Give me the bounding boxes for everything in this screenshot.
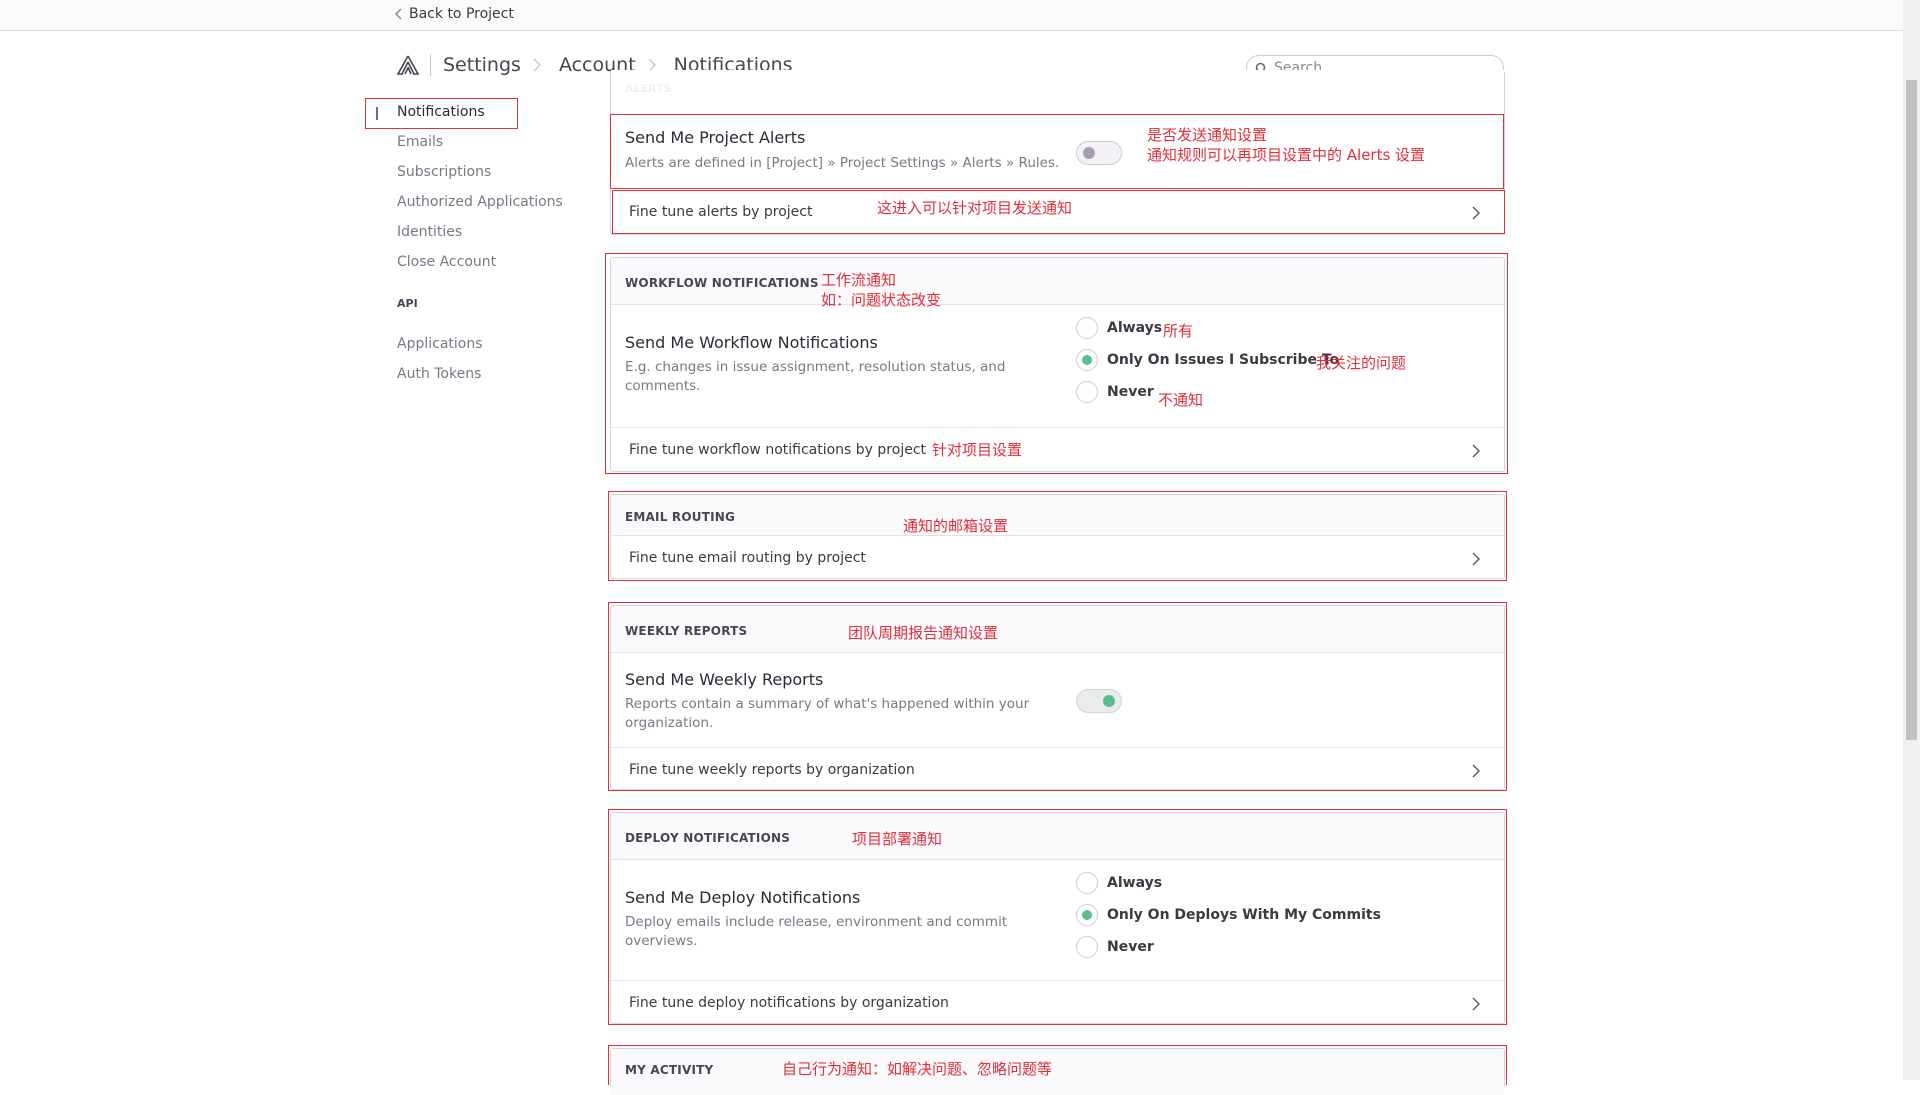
radio-label: Only On Issues I Subscribe To bbox=[1107, 352, 1340, 368]
toggle-knob bbox=[1103, 695, 1115, 707]
email-routing-fine-tune-link[interactable]: Fine tune email routing by project bbox=[611, 536, 1504, 580]
my-activity-header: MY ACTIVITY bbox=[611, 1049, 1504, 1095]
radio-label: Only On Deploys With My Commits bbox=[1107, 907, 1381, 923]
weekly-reports-fine-tune-label: Fine tune weekly reports by organization bbox=[629, 762, 915, 778]
annotation-note: 通知的邮箱设置 bbox=[903, 517, 1009, 535]
chevron-left-icon bbox=[395, 8, 402, 20]
sidebar-item-authorized-applications[interactable]: Authorized Applications bbox=[397, 194, 563, 210]
chevron-right-icon bbox=[1472, 997, 1480, 1011]
weekly-reports-header: WEEKLY REPORTS bbox=[611, 606, 1504, 653]
deploy-option-always[interactable]: Always bbox=[1076, 872, 1162, 894]
radio-button[interactable] bbox=[1076, 317, 1098, 339]
scroll-fade bbox=[611, 70, 1504, 92]
annotation-note: 团队周期报告通知设置 bbox=[848, 624, 999, 642]
annotation-note: 自己行为通知：如解决问题、忽略问题等 bbox=[782, 1060, 1053, 1078]
email-routing-panel: EMAIL ROUTING Fine tune email routing by… bbox=[610, 494, 1505, 579]
chevron-right-icon bbox=[1472, 764, 1480, 778]
chevron-right-icon bbox=[1472, 444, 1480, 458]
radio-label: Always bbox=[1107, 875, 1163, 891]
workflow-title: Send Me Workflow Notifications bbox=[625, 333, 878, 352]
annotation-note: 不通知 bbox=[1158, 391, 1204, 409]
deploy-title: Send Me Deploy Notifications bbox=[625, 888, 861, 907]
email-routing-heading: EMAIL ROUTING bbox=[625, 510, 736, 524]
annotation-note: 我关注的问题 bbox=[1316, 354, 1407, 372]
radio-button[interactable] bbox=[1076, 381, 1098, 403]
my-activity-panel: MY ACTIVITY bbox=[610, 1048, 1505, 1095]
deploy-description: Deploy emails include release, environme… bbox=[625, 914, 1008, 949]
my-activity-heading: MY ACTIVITY bbox=[625, 1063, 714, 1077]
annotation-note: 是否发送通知设置 bbox=[1147, 126, 1268, 144]
radio-button-checked[interactable] bbox=[1076, 349, 1098, 371]
sidebar-item-applications[interactable]: Applications bbox=[397, 336, 483, 352]
weekly-reports-fine-tune-link[interactable]: Fine tune weekly reports by organization bbox=[611, 748, 1504, 792]
annotation-note: 工作流通知 bbox=[821, 271, 897, 289]
sidebar-item-close-account[interactable]: Close Account bbox=[397, 254, 496, 270]
annotation-note: 项目部署通知 bbox=[852, 830, 943, 848]
toggle-knob bbox=[1083, 147, 1095, 159]
annotation-note: 如：问题状态改变 bbox=[821, 291, 942, 309]
workflow-option-never[interactable]: Never bbox=[1076, 381, 1154, 403]
weekly-reports-description: Reports contain a summary of what's happ… bbox=[625, 696, 1030, 731]
weekly-reports-row: Send Me Weekly Reports Reports contain a… bbox=[611, 653, 1504, 748]
workflow-fine-tune-label: Fine tune workflow notifications by proj… bbox=[629, 442, 927, 458]
radio-button[interactable] bbox=[1076, 872, 1098, 894]
annotation-note: 这进入可以针对项目发送通知 bbox=[877, 199, 1073, 217]
radio-label: Always bbox=[1107, 320, 1163, 336]
deploy-option-my-commits[interactable]: Only On Deploys With My Commits bbox=[1076, 904, 1381, 926]
breadcrumb-settings[interactable]: Settings bbox=[443, 54, 521, 76]
top-bar: Back to Project bbox=[0, 0, 1903, 31]
deploy-fine-tune-label: Fine tune deploy notifications by organi… bbox=[629, 995, 949, 1011]
workflow-description: E.g. changes in issue assignment, resolu… bbox=[625, 359, 1006, 394]
weekly-reports-toggle[interactable] bbox=[1076, 689, 1122, 713]
sidebar-heading-api: API bbox=[397, 297, 418, 310]
deploy-panel-header: DEPLOY NOTIFICATIONS bbox=[611, 813, 1504, 860]
deploy-row: Send Me Deploy Notifications Deploy emai… bbox=[611, 860, 1504, 981]
deploy-panel: DEPLOY NOTIFICATIONS Send Me Deploy Noti… bbox=[610, 812, 1505, 1024]
radio-button[interactable] bbox=[1076, 936, 1098, 958]
workflow-option-always[interactable]: Always bbox=[1076, 317, 1162, 339]
email-routing-header: EMAIL ROUTING bbox=[611, 495, 1504, 536]
back-to-project-link[interactable]: Back to Project bbox=[395, 6, 514, 22]
alerts-fine-tune-label: Fine tune alerts by project bbox=[629, 204, 813, 220]
radio-button-checked[interactable] bbox=[1076, 904, 1098, 926]
logo-divider bbox=[430, 54, 431, 76]
sidebar-item-auth-tokens[interactable]: Auth Tokens bbox=[397, 366, 481, 382]
workflow-panel-header: WORKFLOW NOTIFICATIONS bbox=[611, 258, 1504, 305]
workflow-option-subscribed[interactable]: Only On Issues I Subscribe To bbox=[1076, 349, 1339, 371]
deploy-option-never[interactable]: Never bbox=[1076, 936, 1154, 958]
workflow-fine-tune-link[interactable]: Fine tune workflow notifications by proj… bbox=[611, 428, 1504, 472]
weekly-reports-panel: WEEKLY REPORTS Send Me Weekly Reports Re… bbox=[610, 605, 1505, 790]
active-indicator bbox=[376, 107, 378, 120]
alerts-toggle[interactable] bbox=[1076, 141, 1122, 165]
chevron-right-icon bbox=[1472, 206, 1480, 220]
weekly-reports-title: Send Me Weekly Reports bbox=[625, 670, 824, 689]
radio-label: Never bbox=[1107, 384, 1154, 400]
deploy-fine-tune-link[interactable]: Fine tune deploy notifications by organi… bbox=[611, 981, 1504, 1025]
annotation-note: 通知规则可以再项目设置中的 Alerts 设置 bbox=[1147, 146, 1426, 164]
workflow-heading: WORKFLOW NOTIFICATIONS bbox=[625, 276, 819, 290]
scrollbar-thumb[interactable] bbox=[1906, 80, 1917, 740]
alerts-title: Send Me Project Alerts bbox=[625, 128, 806, 147]
deploy-heading: DEPLOY NOTIFICATIONS bbox=[625, 831, 791, 845]
sidebar-item-notifications[interactable]: Notifications bbox=[397, 104, 485, 120]
alerts-description: Alerts are defined in [Project] » Projec… bbox=[625, 155, 1060, 171]
sidebar-item-emails[interactable]: Emails bbox=[397, 134, 443, 150]
annotation-note: 所有 bbox=[1163, 322, 1194, 340]
back-label: Back to Project bbox=[409, 6, 514, 22]
sidebar-item-identities[interactable]: Identities bbox=[397, 224, 462, 240]
chevron-right-icon bbox=[1472, 552, 1480, 566]
weekly-reports-heading: WEEKLY REPORTS bbox=[625, 624, 748, 638]
radio-label: Never bbox=[1107, 939, 1154, 955]
chevron-right-icon bbox=[533, 58, 541, 72]
sidebar-item-subscriptions[interactable]: Subscriptions bbox=[397, 164, 491, 180]
email-routing-fine-tune-label: Fine tune email routing by project bbox=[629, 550, 866, 566]
sentry-logo-icon[interactable] bbox=[396, 54, 420, 76]
annotation-note: 针对项目设置 bbox=[932, 441, 1023, 459]
